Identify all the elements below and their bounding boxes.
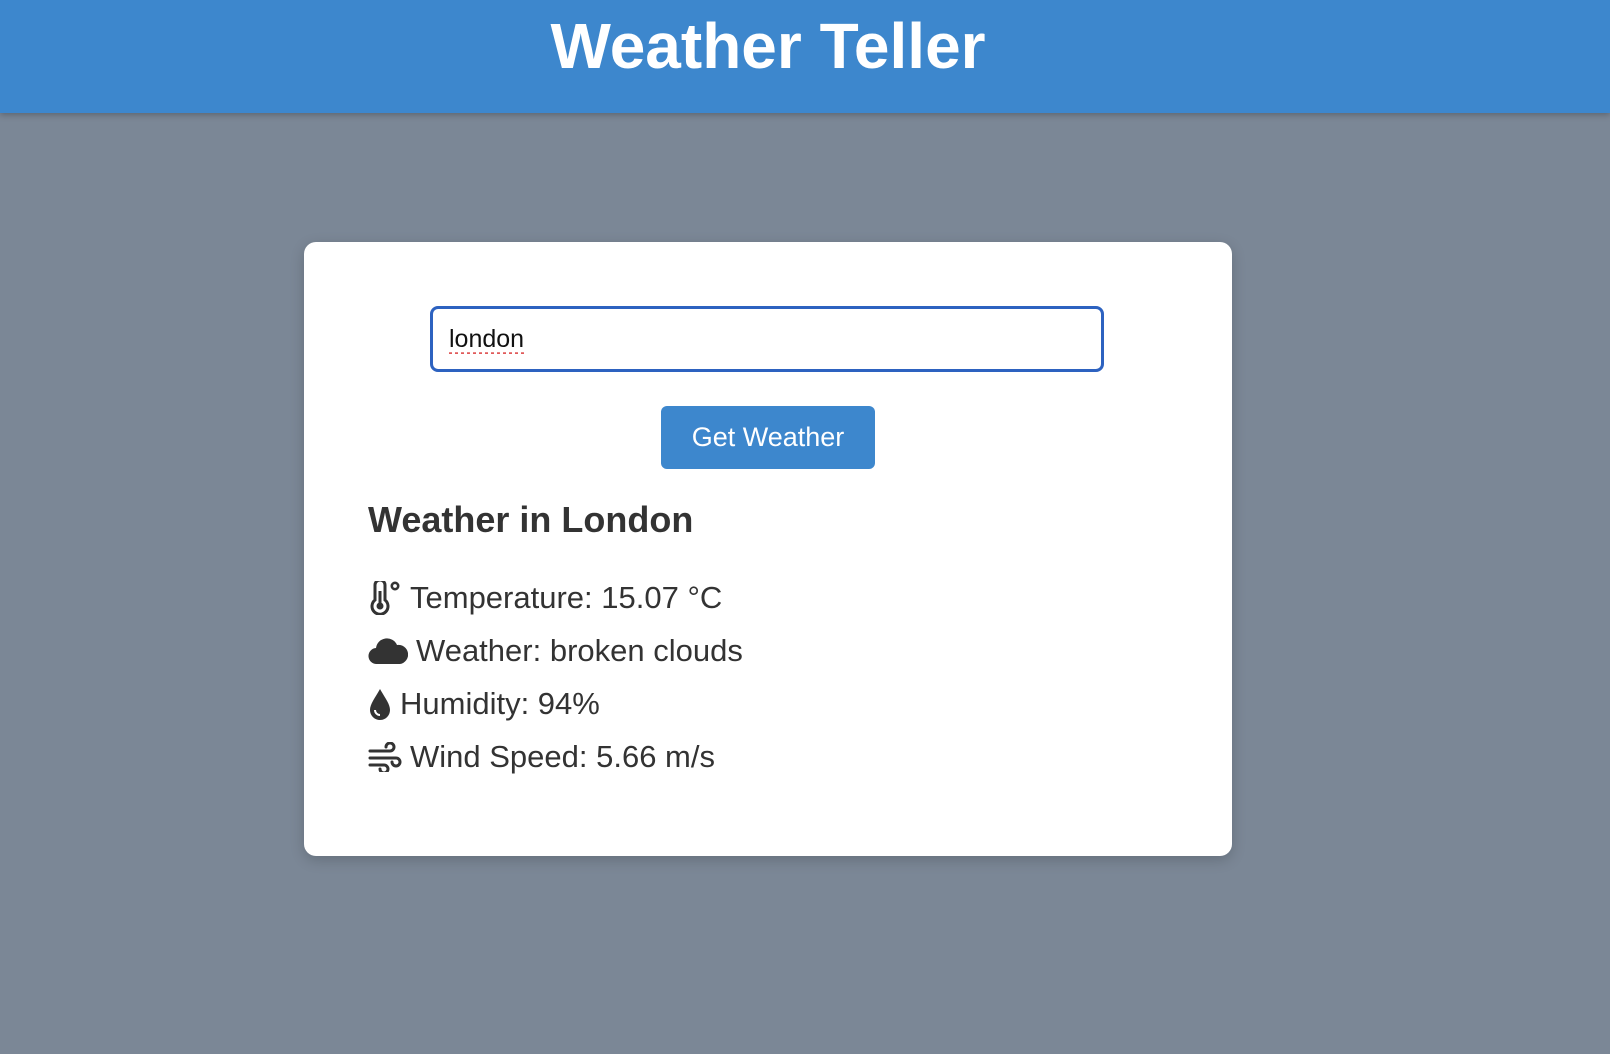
temperature-text: Temperature: 15.07 °C [410,580,723,615]
wind-speed-row: Wind Speed: 5.66 m/s [368,737,715,777]
humidity-row: Humidity: 94% [368,684,600,724]
wind-speed-text: Wind Speed: 5.66 m/s [410,739,715,774]
thermometer-icon [368,581,402,615]
humidity-text: Humidity: 94% [400,686,600,721]
app-header: Weather Teller [0,0,1610,113]
wind-icon [368,742,402,772]
droplet-icon [368,687,392,721]
weather-condition-row: Weather: broken clouds [368,631,743,671]
app-title: Weather Teller [550,10,986,82]
cloud-icon [368,636,408,666]
get-weather-button[interactable]: Get Weather [661,406,875,469]
weather-condition-text: Weather: broken clouds [416,633,743,668]
temperature-row: Temperature: 15.07 °C [368,578,722,618]
city-search-input[interactable] [430,306,1104,372]
weather-card: Get Weather Weather in London Temperatur… [304,242,1232,856]
weather-result-title: Weather in London [368,499,694,540]
